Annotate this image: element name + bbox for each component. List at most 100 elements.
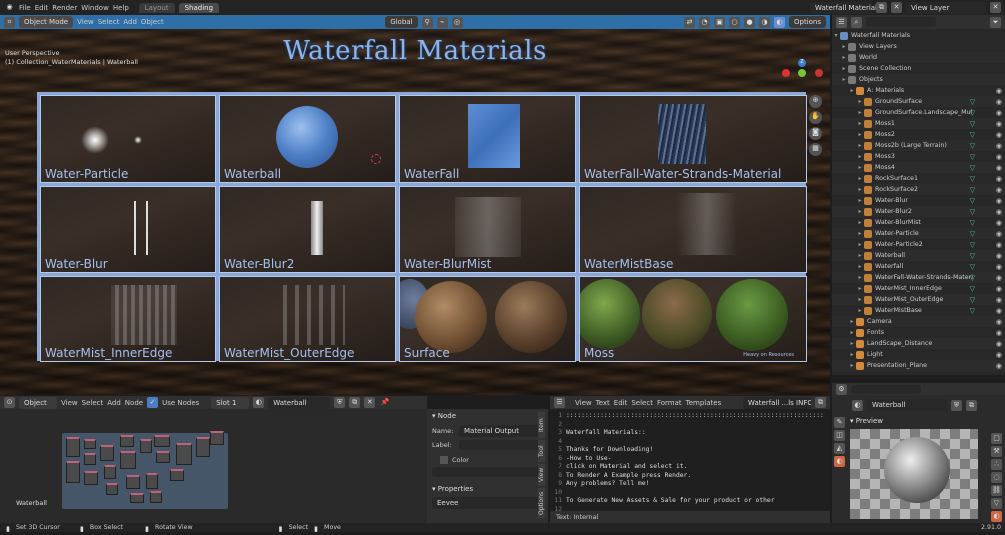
shader-node[interactable] bbox=[66, 437, 80, 457]
slot-selector[interactable]: Slot 1 bbox=[211, 396, 250, 409]
eye-icon[interactable]: ◉ bbox=[996, 230, 1002, 238]
shader-node[interactable] bbox=[150, 491, 162, 503]
shader-node[interactable] bbox=[120, 435, 134, 447]
menu-view[interactable]: View bbox=[575, 399, 592, 407]
mesh-data-icon[interactable]: ▽ bbox=[970, 98, 975, 106]
data-icon[interactable]: ▽ bbox=[991, 498, 1002, 509]
shader-node[interactable] bbox=[176, 443, 192, 465]
mesh-data-icon[interactable]: ▽ bbox=[970, 296, 975, 304]
eye-icon[interactable]: ◉ bbox=[996, 186, 1002, 194]
expand-icon[interactable]: ▸ bbox=[856, 208, 864, 215]
expand-icon[interactable]: ▸ bbox=[856, 186, 864, 193]
eye-icon[interactable]: ◉ bbox=[996, 197, 1002, 205]
expand-icon[interactable]: ▸ bbox=[848, 87, 856, 94]
outliner-item[interactable]: ▸ Scene Collection bbox=[832, 63, 1005, 74]
eye-icon[interactable]: ◉ bbox=[996, 164, 1002, 172]
menu-select[interactable]: Select bbox=[631, 399, 653, 407]
outliner-item[interactable]: ▸ WaterMistBase ◉ ▽ bbox=[832, 305, 1005, 316]
eye-icon[interactable]: ◉ bbox=[996, 175, 1002, 183]
shading-material-icon[interactable]: ◑ bbox=[759, 16, 770, 28]
close-icon[interactable]: ✕ bbox=[364, 397, 376, 408]
outliner-item[interactable]: ▸ World bbox=[832, 52, 1005, 63]
close-icon[interactable]: ✕ bbox=[891, 2, 902, 13]
material-tab-icon[interactable]: ◐ bbox=[834, 456, 845, 467]
outliner-item[interactable]: ▸ GroundSurface ◉ ▽ bbox=[832, 96, 1005, 107]
name-field[interactable]: Material Output bbox=[459, 425, 543, 437]
outliner-item[interactable]: ▸ Moss3 ◉ ▽ bbox=[832, 151, 1005, 162]
eye-icon[interactable]: ◉ bbox=[996, 241, 1002, 249]
eye-icon[interactable]: ◉ bbox=[996, 131, 1002, 139]
menu-add[interactable]: Add bbox=[123, 18, 137, 26]
expand-icon[interactable]: ▸ bbox=[856, 131, 864, 138]
target-selector[interactable]: Eevee bbox=[432, 497, 543, 509]
menu-file[interactable]: File bbox=[19, 4, 31, 12]
mesh-data-icon[interactable]: ▽ bbox=[970, 241, 975, 249]
eye-icon[interactable]: ◉ bbox=[996, 153, 1002, 161]
pin-icon[interactable]: 📌 bbox=[379, 397, 390, 408]
eye-icon[interactable]: ◉ bbox=[996, 142, 1002, 150]
outliner-item[interactable]: ▸ Moss2 ◉ ▽ bbox=[832, 129, 1005, 140]
material-name-field[interactable]: Waterball bbox=[867, 399, 947, 411]
menu-select[interactable]: Select bbox=[82, 399, 104, 407]
expand-icon[interactable]: ▸ bbox=[856, 230, 864, 237]
mesh-data-icon[interactable]: ▽ bbox=[970, 208, 975, 216]
eye-icon[interactable]: ◉ bbox=[996, 318, 1002, 326]
blender-logo-icon[interactable]: ◉ bbox=[4, 2, 15, 13]
object-icon[interactable]: ▢ bbox=[991, 433, 1002, 444]
shader-type-selector[interactable]: Object bbox=[19, 396, 57, 409]
material-icon[interactable]: ◐ bbox=[253, 397, 265, 408]
material-cell[interactable]: WaterFall bbox=[399, 95, 576, 183]
eye-icon[interactable]: ◉ bbox=[996, 285, 1002, 293]
mesh-data-icon[interactable]: ▽ bbox=[970, 197, 975, 205]
expand-icon[interactable]: ▸ bbox=[856, 120, 864, 127]
eye-icon[interactable]: ◉ bbox=[996, 351, 1002, 359]
filter-icon[interactable]: ⌕ bbox=[851, 16, 862, 28]
expand-icon[interactable]: ▸ bbox=[856, 252, 864, 259]
expand-icon[interactable]: ▸ bbox=[856, 307, 864, 314]
expand-icon[interactable]: ▸ bbox=[840, 65, 848, 72]
menu-node[interactable]: Node bbox=[125, 399, 143, 407]
mode-selector[interactable]: Object Mode bbox=[19, 16, 74, 28]
outliner-item[interactable]: ▸ Moss2b (Large Terrain) ◉ ▽ bbox=[832, 140, 1005, 151]
outliner-root[interactable]: ▾ Waterfall Materials bbox=[832, 30, 1005, 41]
shader-node[interactable] bbox=[100, 445, 114, 461]
proportional-icon[interactable]: ◎ bbox=[451, 16, 463, 28]
outliner-item[interactable]: ▸ View Layers bbox=[832, 41, 1005, 52]
checkbox-icon[interactable]: ✓ bbox=[147, 397, 159, 408]
tab-shading[interactable]: Shading bbox=[178, 2, 220, 13]
snap-icon[interactable]: ⌁ bbox=[436, 16, 448, 28]
camera-icon[interactable]: ◙ bbox=[809, 127, 822, 140]
outliner-item[interactable]: ▸ Water-Particle2 ◉ ▽ bbox=[832, 239, 1005, 250]
tab-view[interactable]: View bbox=[538, 464, 545, 486]
eye-icon[interactable]: ◉ bbox=[996, 252, 1002, 260]
shader-node[interactable] bbox=[130, 493, 144, 503]
shader-node[interactable] bbox=[84, 439, 96, 449]
editor-type-icon[interactable]: ⌗ bbox=[4, 16, 15, 28]
constraints-icon[interactable]: ⛓ bbox=[991, 485, 1002, 496]
node-editor-canvas[interactable]: Waterball bbox=[0, 409, 427, 523]
expand-icon[interactable]: ▸ bbox=[840, 54, 848, 61]
expand-icon[interactable]: ▸ bbox=[856, 109, 864, 116]
mesh-data-icon[interactable]: ▽ bbox=[970, 230, 975, 238]
outliner-item[interactable]: ▸ RockSurface2 ◉ ▽ bbox=[832, 184, 1005, 195]
menu-edit[interactable]: Edit bbox=[35, 4, 49, 12]
eye-icon[interactable]: ◉ bbox=[996, 219, 1002, 227]
xray-icon[interactable]: ▣ bbox=[714, 16, 725, 28]
expand-icon[interactable]: ▸ bbox=[840, 76, 848, 83]
outliner-item[interactable]: ▸ GroundSurface.Landscape_Mul ◉ ▽ bbox=[832, 107, 1005, 118]
tool-icon[interactable]: ✎ bbox=[834, 417, 845, 428]
expand-icon[interactable]: ▸ bbox=[856, 274, 864, 281]
funnel-icon[interactable]: ⏷ bbox=[990, 16, 1001, 28]
material-selector[interactable]: Waterball bbox=[268, 396, 331, 409]
eye-icon[interactable]: ◉ bbox=[996, 274, 1002, 282]
shader-node[interactable] bbox=[210, 431, 224, 445]
material-cell[interactable]: Water-BlurMist bbox=[399, 186, 576, 273]
mesh-data-icon[interactable]: ▽ bbox=[970, 153, 975, 161]
shader-node[interactable] bbox=[84, 453, 96, 465]
zoom-icon[interactable]: ⊕ bbox=[809, 95, 822, 108]
material-cell[interactable]: WaterMist_OuterEdge bbox=[219, 276, 396, 362]
material-cell[interactable]: Water-Blur bbox=[40, 186, 216, 273]
options-button[interactable]: Options bbox=[789, 16, 827, 28]
eye-icon[interactable]: ◉ bbox=[996, 307, 1002, 315]
mesh-data-icon[interactable]: ▽ bbox=[970, 109, 975, 117]
